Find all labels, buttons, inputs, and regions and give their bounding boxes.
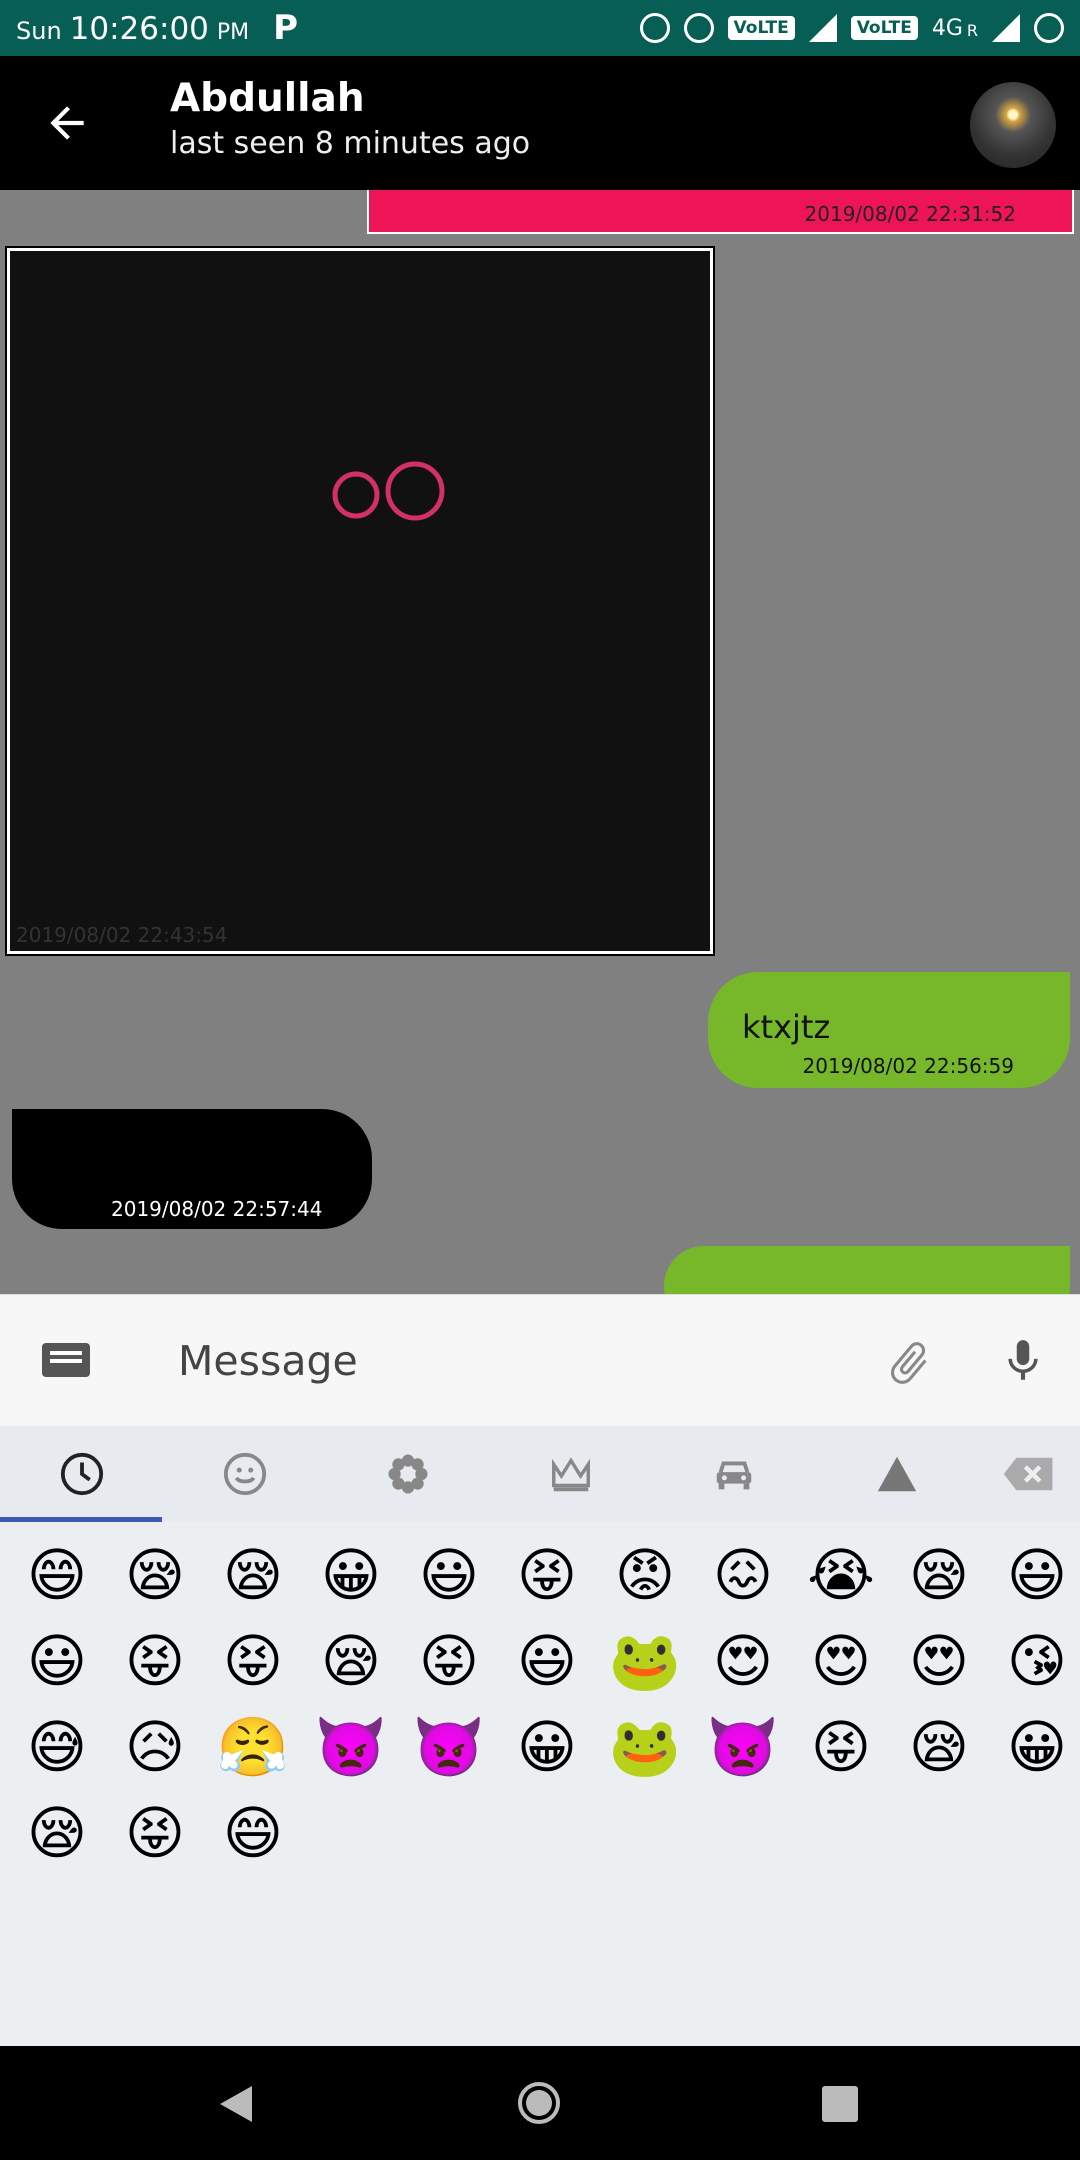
emoji-grid: 😄 😪 😪 😀 😃 😝 😡 😖 😭 😪 😃 😃 😝 😝 😪 😝 😃 🐸 😍 😍 😍 😘 😅 😥 😤 👿 👿 😀 🐸 👿 😝 😪 😀 😪 😝 😄 xyxy=(8,1532,1080,1876)
backspace-icon xyxy=(1003,1457,1053,1491)
keyboard-icon[interactable] xyxy=(42,1343,90,1377)
message-timestamp: 2019/08/02 22:43:54 xyxy=(16,923,228,947)
emoji-key[interactable]: 👿 xyxy=(302,1704,400,1790)
message-text: ktxjtz xyxy=(742,1008,831,1046)
triangle-icon xyxy=(877,1456,916,1492)
emoji-key[interactable]: 😀 xyxy=(498,1704,596,1790)
message-bubble-incoming[interactable]: 😜😝😀😃😍😉 2019/08/02 22:57:44 xyxy=(12,1109,372,1229)
emoji-key[interactable]: 😝 xyxy=(106,1618,204,1704)
message-input[interactable] xyxy=(178,1331,818,1391)
emoji-key[interactable]: 😄 xyxy=(204,1790,302,1876)
message-bubble-outgoing[interactable]: 2019/08/02 22:31:52 xyxy=(367,190,1074,234)
nav-back-icon[interactable] xyxy=(220,2086,252,2122)
emoji-key[interactable]: 😀 xyxy=(302,1532,400,1618)
hotspot-icon xyxy=(683,13,714,43)
emoji-key[interactable]: 🐸 xyxy=(596,1618,694,1704)
emoji-key[interactable]: 😤 xyxy=(204,1704,302,1790)
emoji-key[interactable]: 😖 xyxy=(694,1532,792,1618)
emoji-key[interactable]: 😝 xyxy=(400,1618,498,1704)
clock-icon xyxy=(60,1452,103,1496)
message-timestamp: 2019/08/02 22:56:59 xyxy=(802,1054,1014,1078)
carrier-p-icon: P xyxy=(273,8,299,48)
message-bubble-outgoing-partial[interactable] xyxy=(664,1246,1070,1294)
nav-recents-icon[interactable] xyxy=(822,2086,858,2122)
message-list[interactable]: 2019/08/02 22:31:52 2019/08/02 22:43:54 … xyxy=(0,190,1080,1294)
emoji-key[interactable]: 😅 xyxy=(8,1704,106,1790)
crown-icon xyxy=(551,1457,590,1492)
status-day: Sun xyxy=(16,17,62,45)
emoji-key[interactable]: 😍 xyxy=(890,1618,988,1704)
emoji-key[interactable]: 😪 xyxy=(890,1704,988,1790)
emoji-key[interactable]: 🐸 xyxy=(596,1704,694,1790)
emoji-key[interactable]: 😍 xyxy=(694,1618,792,1704)
emoji-key[interactable]: 😝 xyxy=(792,1704,890,1790)
emoji-key[interactable]: 😭 xyxy=(792,1532,890,1618)
microphone-icon[interactable] xyxy=(998,1331,1048,1391)
emoji-key[interactable]: 👿 xyxy=(400,1704,498,1790)
emoji-key[interactable]: 👿 xyxy=(694,1704,792,1790)
emoji-key[interactable]: 😃 xyxy=(400,1532,498,1618)
emoji-key[interactable]: 😃 xyxy=(988,1532,1080,1618)
emoji-key[interactable]: 😪 xyxy=(8,1790,106,1876)
chat-header: Abdullah last seen 8 minutes ago xyxy=(0,56,1080,190)
roaming-indicator: R xyxy=(966,21,978,40)
message-text: 😜😝😀😃😍😉 xyxy=(46,1145,284,1186)
contact-name[interactable]: Abdullah xyxy=(170,76,365,121)
status-ampm: PM xyxy=(216,20,250,45)
emoji-key[interactable]: 😪 xyxy=(302,1618,400,1704)
flower-icon xyxy=(387,1454,428,1494)
volte-badge-2: VoLTE xyxy=(850,16,918,40)
emoji-key[interactable]: 😪 xyxy=(106,1532,204,1618)
emoji-key[interactable]: 😍 xyxy=(792,1618,890,1704)
image-content xyxy=(332,461,445,521)
navigation-bar xyxy=(0,2046,1080,2160)
emoji-key[interactable]: 😃 xyxy=(8,1618,106,1704)
tab-smileys[interactable] xyxy=(163,1426,326,1522)
alarm-icon xyxy=(639,13,670,43)
emoji-key[interactable]: 😀 xyxy=(988,1704,1080,1790)
signal-icon-1 xyxy=(808,14,837,42)
emoji-key[interactable]: 😡 xyxy=(596,1532,694,1618)
volte-badge-1: VoLTE xyxy=(727,16,795,40)
emoji-key[interactable]: 😥 xyxy=(106,1704,204,1790)
image-message[interactable]: 2019/08/02 22:43:54 xyxy=(5,246,715,956)
emoji-category-tabs xyxy=(0,1426,1080,1522)
tab-symbols[interactable] xyxy=(815,1426,978,1522)
tab-places[interactable] xyxy=(652,1426,815,1522)
status-bar: Sun 10:26:00 PM P VoLTE VoLTE 4G R xyxy=(0,0,1080,56)
emoji-key[interactable]: 😝 xyxy=(106,1790,204,1876)
car-icon xyxy=(716,1461,751,1490)
message-timestamp: 2019/08/02 22:57:44 xyxy=(111,1197,323,1221)
tab-recent[interactable] xyxy=(0,1426,163,1522)
tab-nature[interactable] xyxy=(326,1426,489,1522)
message-timestamp: 2019/08/02 22:31:52 xyxy=(804,202,1016,226)
backspace-button[interactable] xyxy=(978,1426,1080,1522)
battery-charging-icon xyxy=(1034,13,1064,43)
message-bubble-outgoing[interactable]: ktxjtz 2019/08/02 22:56:59 xyxy=(708,972,1070,1088)
attachment-icon[interactable] xyxy=(884,1335,934,1391)
emoji-key[interactable]: 😝 xyxy=(498,1532,596,1618)
network-type: 4G xyxy=(931,15,963,41)
nav-home-icon[interactable] xyxy=(518,2082,560,2124)
composer-bar xyxy=(0,1294,1080,1426)
back-arrow-icon[interactable] xyxy=(42,98,92,148)
contact-avatar[interactable] xyxy=(970,82,1056,168)
emoji-key[interactable]: 😝 xyxy=(204,1618,302,1704)
last-seen-status: last seen 8 minutes ago xyxy=(170,126,531,161)
tab-objects[interactable] xyxy=(489,1426,652,1522)
emoji-key[interactable]: 😃 xyxy=(498,1618,596,1704)
emoji-key[interactable]: 😄 xyxy=(8,1532,106,1618)
smiley-icon xyxy=(223,1452,266,1496)
emoji-keyboard: 😄 😪 😪 😀 😃 😝 😡 😖 😭 😪 😃 😃 😝 😝 😪 😝 😃 🐸 😍 😍 😍 😘 😅 😥 😤 👿 👿 😀 🐸 👿 😝 😪 😀 😪 😝 😄 xyxy=(0,1426,1080,2046)
emoji-key[interactable]: 😪 xyxy=(204,1532,302,1618)
emoji-key[interactable]: 😪 xyxy=(890,1532,988,1618)
emoji-key[interactable]: 😘 xyxy=(988,1618,1080,1704)
signal-icon-2 xyxy=(992,14,1020,42)
status-time: 10:26:00 xyxy=(69,11,209,47)
